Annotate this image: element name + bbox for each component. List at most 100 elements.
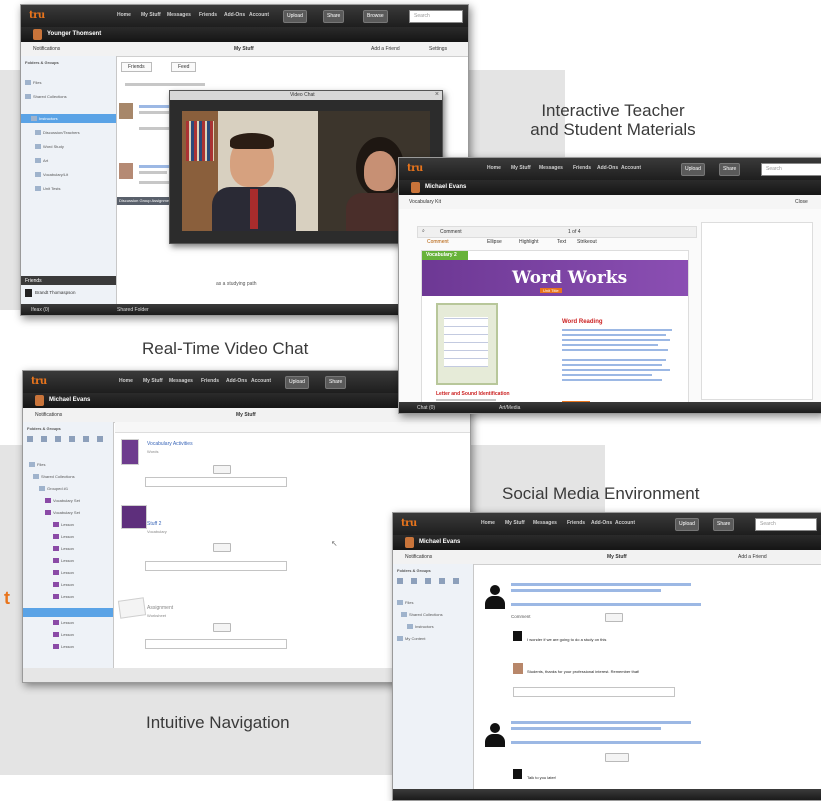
tool-strikeout[interactable]: Strikeout — [577, 239, 597, 245]
nav-messages[interactable]: Messages — [167, 12, 191, 18]
avatar[interactable] — [411, 182, 420, 193]
tree-item[interactable]: Grouped #1 — [39, 486, 68, 492]
nav-friends[interactable]: Friends — [573, 165, 591, 171]
content-title[interactable]: Vocabulary Activities — [147, 441, 193, 447]
folder-label[interactable]: Art/Media — [499, 405, 520, 411]
tree-item[interactable]: Vocabulary/Lit — [35, 172, 68, 178]
tree-item[interactable]: Files — [397, 600, 413, 606]
avatar[interactable] — [35, 395, 44, 406]
content-select[interactable] — [213, 623, 231, 632]
upload-button[interactable]: Upload — [681, 163, 705, 176]
nav-messages[interactable]: Messages — [533, 520, 557, 526]
post-action[interactable]: Comment — [511, 614, 531, 619]
tree-item[interactable]: Instructors — [31, 116, 58, 122]
tree-item[interactable]: Lesson — [53, 620, 74, 626]
chat-count[interactable]: Ifeax (0) — [31, 307, 49, 313]
avatar[interactable] — [33, 29, 42, 40]
tab-friends[interactable]: Friends — [121, 62, 152, 72]
nav-my-stuff[interactable]: My Stuff — [511, 165, 531, 171]
user-name[interactable]: Michael Evans — [419, 539, 460, 545]
share-button[interactable]: Share — [325, 376, 347, 389]
nav-my-stuff[interactable]: My Stuff — [143, 378, 163, 384]
tree-item[interactable]: Files — [25, 80, 41, 86]
discussion-bar[interactable]: Discussion Group Assignment — [117, 197, 177, 205]
content-thumbnail[interactable] — [121, 505, 147, 529]
post-select[interactable] — [605, 613, 623, 622]
tree-item[interactable]: Word Study — [35, 144, 64, 150]
settings-button[interactable]: Settings — [429, 46, 447, 52]
tree-item[interactable]: Lesson — [53, 546, 74, 552]
tab-feed[interactable]: Feed — [171, 62, 197, 72]
tree-item[interactable]: Lesson — [53, 522, 74, 528]
nav-friends[interactable]: Friends — [567, 520, 585, 526]
tree-item[interactable]: Lesson — [53, 558, 74, 564]
tree-item[interactable]: Art — [35, 158, 48, 164]
close-button[interactable]: Close — [795, 199, 808, 205]
add-friend-button[interactable]: Add a Friend — [371, 46, 400, 52]
tool-highlight[interactable]: Highlight — [519, 239, 538, 245]
tree-item[interactable]: Discussion/Teachers — [35, 130, 80, 136]
content-input[interactable] — [145, 639, 287, 649]
tree-item[interactable]: My Content — [397, 636, 425, 642]
tree-item[interactable]: Vocabulary Set — [45, 498, 80, 504]
nav-account[interactable]: Account — [615, 520, 635, 526]
shared-folder-label[interactable]: Shared Folder — [117, 307, 149, 313]
notifications-link[interactable]: Notifications — [35, 412, 62, 418]
share-button[interactable]: Share — [323, 10, 345, 23]
post-select[interactable] — [605, 753, 629, 762]
share-button[interactable]: Share — [719, 163, 741, 176]
search-input[interactable]: Search — [409, 10, 463, 23]
nav-friends[interactable]: Friends — [199, 12, 217, 18]
share-button[interactable]: Share — [713, 518, 735, 531]
tool-comment[interactable]: Comment — [427, 239, 449, 245]
tree-item[interactable]: Lesson — [53, 644, 74, 650]
content-title[interactable]: Stuff 2 — [147, 521, 161, 527]
content-title[interactable]: Assignment — [147, 605, 173, 611]
nav-home[interactable]: Home — [119, 378, 133, 384]
tree-item[interactable]: Lesson — [53, 582, 74, 588]
tree-item[interactable]: Lesson — [53, 594, 74, 600]
upload-button[interactable]: Upload — [675, 518, 699, 531]
search-input[interactable]: Search — [761, 163, 821, 176]
tool-ellipse[interactable]: Ellipse — [487, 239, 502, 245]
nav-add-ons[interactable]: Add-Ons — [224, 12, 245, 18]
tree-item[interactable]: Unit Tests — [35, 186, 61, 192]
nav-add-ons[interactable]: Add-Ons — [226, 378, 247, 384]
nav-account[interactable]: Account — [621, 165, 641, 171]
tree-item[interactable]: Files — [29, 462, 45, 468]
nav-home[interactable]: Home — [487, 165, 501, 171]
add-friend-button[interactable]: Add a Friend — [738, 554, 767, 560]
notifications-link[interactable]: Notifications — [33, 46, 60, 52]
notifications-link[interactable]: Notifications — [405, 554, 432, 560]
nav-account[interactable]: Account — [249, 12, 269, 18]
browse-button[interactable]: Browse — [363, 10, 388, 23]
content-select[interactable] — [213, 465, 231, 474]
content-thumbnail[interactable] — [117, 597, 147, 619]
chat-count[interactable]: Chat (0) — [417, 405, 435, 411]
nav-add-ons[interactable]: Add-Ons — [597, 165, 618, 171]
nav-messages[interactable]: Messages — [169, 378, 193, 384]
avatar[interactable] — [405, 537, 414, 548]
comment-label[interactable]: Comment — [440, 229, 462, 235]
nav-home[interactable]: Home — [117, 12, 131, 18]
search-icon[interactable]: ⌕ — [422, 228, 425, 234]
friend-row[interactable]: Brandt Thomaspson — [25, 288, 115, 298]
tree-item[interactable]: Shared Collections — [401, 612, 443, 618]
tree-item[interactable]: Instructors — [407, 624, 434, 630]
tree-item[interactable]: Shared Collections — [25, 94, 67, 100]
nav-home[interactable]: Home — [481, 520, 495, 526]
reply-input[interactable] — [513, 687, 675, 697]
upload-button[interactable]: Upload — [283, 10, 307, 23]
tree-item[interactable]: Lesson — [53, 570, 74, 576]
tree-item[interactable]: Vocabulary Set — [45, 510, 80, 516]
nav-my-stuff[interactable]: My Stuff — [141, 12, 161, 18]
upload-button[interactable]: Upload — [285, 376, 309, 389]
tree-item[interactable]: Lesson — [53, 534, 74, 540]
tree-item[interactable]: Shared Collections — [33, 474, 75, 480]
tree-item[interactable]: Lesson — [53, 632, 74, 638]
user-name[interactable]: Younger Thomsent — [47, 31, 101, 37]
content-thumbnail[interactable] — [121, 439, 139, 465]
nav-add-ons[interactable]: Add-Ons — [591, 520, 612, 526]
nav-friends[interactable]: Friends — [201, 378, 219, 384]
user-name[interactable]: Michael Evans — [49, 397, 90, 403]
